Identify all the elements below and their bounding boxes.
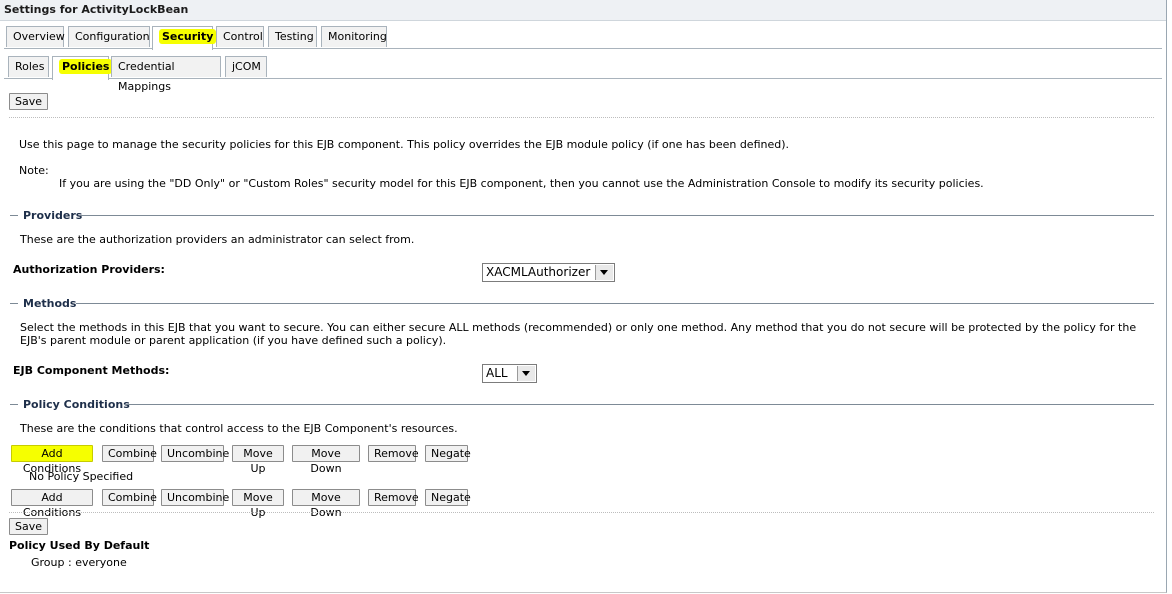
move-up-button[interactable]: Move Up	[232, 445, 284, 475]
save-button-bottom[interactable]: Save	[9, 518, 49, 535]
combine-button[interactable]: Combine	[102, 445, 157, 462]
uncombine-button-bottom[interactable]: Uncombine	[161, 489, 229, 506]
tab-policies[interactable]: Policies	[52, 56, 113, 80]
authorization-providers-label: Authorization Providers:	[13, 263, 165, 276]
authorization-providers-select[interactable]: XACMLAuthorizer	[482, 263, 615, 282]
tab-control[interactable]: Control	[216, 26, 264, 47]
tab-overview[interactable]: Overview	[6, 26, 65, 47]
tab-security-label: Security	[159, 29, 217, 44]
chevron-down-icon	[517, 366, 535, 381]
default-policy-value: Group : everyone	[31, 556, 127, 569]
divider	[9, 117, 1154, 118]
providers-section-header: Providers	[10, 209, 1154, 223]
title-bar: Settings for ActivityLockBean	[0, 0, 1166, 21]
ejb-component-methods-select[interactable]: ALL	[482, 364, 537, 383]
section-dash	[10, 303, 18, 304]
methods-section-header: Methods	[10, 297, 1154, 311]
tab-monitoring[interactable]: Monitoring	[321, 26, 387, 47]
move-up-button-bottom[interactable]: Move Up	[232, 489, 284, 519]
policy-conditions-section-header: Policy Conditions	[10, 398, 1154, 412]
tab-testing[interactable]: Testing	[268, 26, 317, 47]
tab-underline	[213, 48, 1162, 49]
save-button-top[interactable]: Save	[9, 93, 49, 110]
note-label: Note:	[19, 164, 49, 177]
note-text: If you are using the "DD Only" or "Custo…	[59, 177, 984, 190]
no-policy-text: No Policy Specified	[29, 470, 134, 483]
section-rule	[124, 404, 1154, 405]
providers-description: These are the authorization providers an…	[20, 233, 415, 246]
remove-button-bottom[interactable]: Remove	[368, 489, 419, 506]
section-rule	[80, 215, 1154, 216]
negate-button-bottom[interactable]: Negate	[425, 489, 471, 506]
combine-button-bottom[interactable]: Combine	[102, 489, 157, 506]
tab-security[interactable]: Security	[152, 26, 217, 50]
methods-heading: Methods	[23, 297, 77, 310]
move-down-button-bottom[interactable]: Move Down	[292, 489, 360, 519]
subtab-underline	[4, 78, 52, 79]
ejb-component-methods-value: ALL	[486, 366, 508, 380]
uncombine-button[interactable]: Uncombine	[161, 445, 229, 462]
tab-credential-mappings[interactable]: Credential Mappings	[111, 56, 221, 93]
page-title: Settings for ActivityLockBean	[4, 3, 189, 16]
add-conditions-button[interactable]: Add Conditions	[11, 445, 93, 475]
tab-roles[interactable]: Roles	[8, 56, 49, 77]
authorization-providers-value: XACMLAuthorizer	[486, 265, 591, 279]
policy-conditions-heading: Policy Conditions	[23, 398, 130, 411]
remove-button[interactable]: Remove	[368, 445, 419, 462]
tab-jcom[interactable]: jCOM	[225, 56, 267, 77]
subtab-underline	[109, 78, 1162, 79]
move-down-button[interactable]: Move Down	[292, 445, 360, 475]
divider	[9, 512, 1154, 513]
main-tab-bar: Overview Configuration Security Control …	[0, 26, 1166, 50]
methods-description: Select the methods in this EJB that you …	[20, 321, 1137, 347]
section-dash	[10, 404, 18, 405]
section-rule	[76, 303, 1154, 304]
default-policy-heading: Policy Used By Default	[9, 539, 150, 552]
intro-description: Use this page to manage the security pol…	[19, 138, 790, 151]
tab-underline	[4, 48, 152, 49]
negate-button[interactable]: Negate	[425, 445, 471, 462]
ejb-component-methods-label: EJB Component Methods:	[13, 364, 170, 377]
chevron-down-icon	[595, 265, 613, 280]
tab-policies-label: Policies	[59, 59, 113, 74]
section-dash	[10, 215, 18, 216]
policy-conditions-description: These are the conditions that control ac…	[20, 422, 458, 435]
sub-tab-bar: Roles Policies Credential Mappings jCOM	[0, 56, 1166, 93]
tab-configuration[interactable]: Configuration	[68, 26, 150, 47]
add-conditions-button-bottom[interactable]: Add Conditions	[11, 489, 93, 519]
providers-heading: Providers	[23, 209, 83, 222]
